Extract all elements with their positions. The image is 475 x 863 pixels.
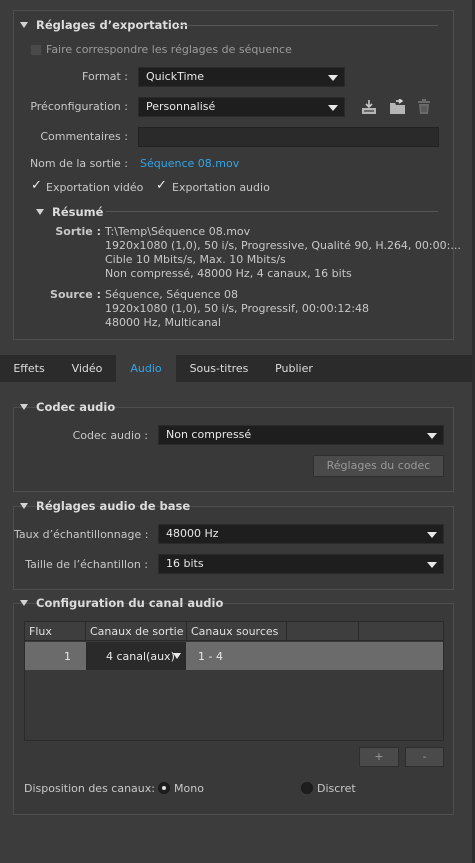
radio-selected-dot [162, 786, 166, 790]
codec-dropdown[interactable]: Non compressé [158, 425, 444, 445]
format-label: Format : [82, 70, 128, 83]
import-preset-icon[interactable] [389, 98, 405, 115]
chevron-down-icon [328, 105, 338, 111]
collapse-triangle-icon[interactable] [36, 209, 44, 215]
audio-codec-title: Codec audio [36, 400, 116, 414]
summary-output-line: T:\Temp\Séquence 08.mov [105, 225, 251, 238]
chevron-down-icon [328, 75, 338, 81]
column-header-output[interactable]: Canaux de sortie [90, 625, 183, 638]
channel-layout-label: Disposition des canaux: [24, 782, 155, 795]
format-dropdown[interactable]: QuickTime [138, 67, 345, 87]
chevron-down-icon [173, 653, 181, 659]
summary-output-line: 1920x1080 (1,0), 50 i/s, Progressive, Qu… [105, 239, 461, 252]
column-divider [358, 622, 359, 641]
column-header-sources[interactable]: Canaux sources [191, 625, 278, 638]
summary-header[interactable]: Résumé [36, 205, 103, 219]
export-audio-checkbox[interactable]: ✓ [156, 179, 168, 193]
remove-stream-button[interactable]: - [405, 747, 444, 767]
collapse-triangle-icon[interactable] [20, 22, 28, 28]
channel-table: Flux Canaux de sortie Canaux sources 1 4… [24, 621, 444, 741]
layout-discrete-label: Discret [317, 782, 356, 795]
layout-mono-label: Mono [174, 782, 204, 795]
preset-value: Personnalisé [146, 100, 216, 113]
summary-divider [106, 211, 438, 212]
comments-field[interactable] [138, 127, 439, 147]
column-divider [186, 622, 187, 641]
basic-audio-title: Réglages audio de base [36, 499, 191, 513]
output-channels-value: 4 canal(aux) [106, 650, 175, 663]
match-sequence-checkbox[interactable] [30, 44, 42, 56]
export-video-label: Exportation vidéo [46, 181, 144, 194]
format-value: QuickTime [146, 70, 205, 83]
sample-size-dropdown[interactable]: 16 bits [158, 554, 444, 574]
column-header-flux[interactable]: Flux [29, 625, 52, 638]
delete-preset-icon[interactable] [417, 99, 433, 115]
header-divider [178, 25, 438, 26]
output-name-label: Nom de la sortie : [29, 157, 128, 170]
save-preset-icon[interactable] [361, 99, 377, 115]
preset-dropdown[interactable]: Personnalisé [138, 97, 345, 117]
comments-label: Commentaires : [40, 130, 128, 143]
output-name-link[interactable]: Séquence 08.mov [140, 157, 239, 170]
summary-source-line: 48000 Hz, Multicanal [105, 316, 221, 329]
basic-audio-header[interactable]: Réglages audio de base [20, 499, 190, 513]
sample-rate-dropdown[interactable]: 48000 Hz [158, 524, 444, 544]
chevron-down-icon [427, 562, 437, 568]
summary-source-label: Source : [50, 288, 101, 301]
sample-rate-label: Taux d’échantillonnage : [14, 528, 149, 541]
chevron-down-icon [427, 433, 437, 439]
table-row[interactable]: 1 4 canal(aux) 1 - 4 [25, 642, 443, 670]
codec-value: Non compressé [166, 428, 252, 441]
export-video-checkbox[interactable]: ✓ [31, 179, 43, 193]
preset-label: Préconfiguration : [30, 100, 128, 113]
table-header: Flux Canaux de sortie Canaux sources [25, 622, 443, 641]
tab-video[interactable]: Vidéo [58, 355, 116, 382]
collapse-triangle-icon[interactable] [20, 600, 28, 606]
layout-mono-radio[interactable] [158, 782, 170, 794]
summary-output-label: Sortie : [55, 225, 101, 238]
layout-discrete-radio[interactable] [301, 782, 313, 794]
summary-output-line: Cible 10 Mbits/s, Max. 10 Mbits/s [105, 253, 286, 266]
export-settings-title: Réglages d’exportation [36, 18, 188, 32]
tab-effets[interactable]: Effets [0, 355, 58, 382]
summary-title: Résumé [52, 205, 104, 219]
summary-source-line: Séquence, Séquence 08 [105, 288, 239, 301]
sample-size-value: 16 bits [166, 557, 204, 570]
collapse-triangle-icon[interactable] [20, 404, 28, 410]
summary-source-line: 1920x1080 (1,0), 50 i/s, Progressif, 00:… [105, 302, 370, 315]
chevron-down-icon [427, 532, 437, 538]
column-divider [85, 622, 86, 641]
codec-settings-button[interactable]: Réglages du codec [313, 455, 444, 477]
channel-config-header[interactable]: Configuration du canal audio [20, 596, 223, 610]
codec-label: Codec audio : [72, 429, 148, 442]
channel-config-title: Configuration du canal audio [36, 596, 224, 610]
export-settings-header[interactable]: Réglages d’exportation [20, 18, 188, 32]
export-audio-label: Exportation audio [172, 181, 270, 194]
audio-codec-header[interactable]: Codec audio [20, 400, 115, 414]
tab-publier[interactable]: Publier [262, 355, 326, 382]
sample-size-label: Taille de l’échantillon : [25, 558, 148, 571]
collapse-triangle-icon[interactable] [20, 503, 28, 509]
add-stream-button[interactable]: + [359, 747, 399, 767]
column-divider [286, 622, 287, 641]
row-stream: 1 [64, 650, 71, 663]
tab-audio[interactable]: Audio [116, 355, 176, 382]
summary-output-line: Non compressé, 48000 Hz, 4 canaux, 16 bi… [105, 267, 352, 280]
sample-rate-value: 48000 Hz [166, 527, 219, 540]
output-channels-dropdown[interactable]: 4 canal(aux) [86, 642, 186, 670]
tab-bar: Effets Vidéo Audio Sous-titres Publier [0, 355, 475, 382]
match-sequence-label: Faire correspondre les réglages de séque… [46, 43, 292, 56]
audio-codec-panel [13, 407, 454, 492]
basic-audio-panel [13, 506, 454, 590]
row-sources: 1 - 4 [198, 650, 223, 663]
tab-sous-titres[interactable]: Sous-titres [176, 355, 262, 382]
